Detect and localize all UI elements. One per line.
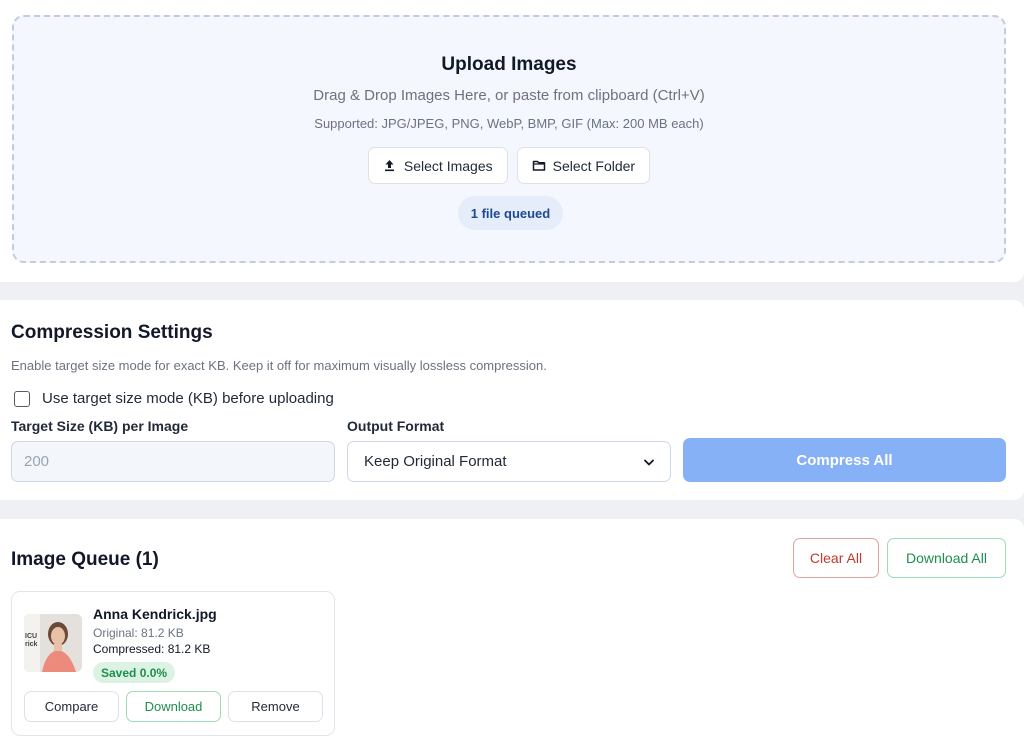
settings-card: Compression Settings Enable target size … [0, 300, 1024, 500]
supported-formats: Supported: JPG/JPEG, PNG, WebP, BMP, GIF… [314, 116, 704, 131]
chevron-down-icon [644, 453, 654, 470]
upload-subtitle: Drag & Drop Images Here, or paste from c… [313, 87, 705, 104]
remove-button[interactable]: Remove [228, 691, 323, 722]
target-size-input[interactable]: 200 [11, 441, 335, 482]
queued-count-badge: 1 file queued [458, 196, 563, 230]
file-name: Anna Kendrick.jpg [93, 606, 217, 622]
compress-all-button[interactable]: Compress All [683, 438, 1006, 482]
original-size: Original: 81.2 KB [93, 626, 184, 640]
queue-item-actions: Compare Download Remove [24, 691, 323, 722]
clear-all-button[interactable]: Clear All [793, 538, 879, 578]
output-format-label: Output Format [347, 418, 445, 434]
thumbnail-caption: rick [25, 641, 38, 648]
queue-card: Image Queue (1) Clear All Download All I… [0, 519, 1024, 742]
target-size-placeholder: 200 [24, 453, 50, 470]
settings-description: Enable target size mode for exact KB. Ke… [11, 358, 547, 373]
target-size-mode-label: Use target size mode (KB) before uploadi… [42, 390, 334, 407]
target-size-mode-toggle[interactable]: Use target size mode (KB) before uploadi… [14, 390, 334, 407]
svg-text:ICU: ICU [25, 633, 37, 640]
queue-title: Image Queue (1) [11, 549, 159, 570]
queue-item: ICU rick Anna Kendrick.jpg Original: 81.… [11, 591, 335, 736]
select-folder-label: Select Folder [552, 157, 636, 174]
upload-card: Upload Images Drag & Drop Images Here, o… [0, 0, 1024, 282]
output-format-value: Keep Original Format [364, 453, 507, 470]
compare-button[interactable]: Compare [24, 691, 119, 722]
target-size-mode-checkbox[interactable] [14, 390, 30, 407]
settings-title: Compression Settings [11, 322, 213, 343]
output-format-select[interactable]: Keep Original Format [347, 441, 671, 482]
upload-title: Upload Images [441, 54, 577, 75]
folder-icon [532, 159, 545, 172]
image-thumbnail: ICU rick [24, 614, 82, 672]
select-images-button[interactable]: Select Images [367, 147, 508, 184]
saved-badge: Saved 0.0% [93, 662, 176, 683]
download-all-button[interactable]: Download All [887, 538, 1006, 578]
upload-icon [383, 159, 396, 172]
upload-buttons: Select Images Select Folder [14, 147, 1004, 184]
select-folder-button[interactable]: Select Folder [516, 147, 651, 184]
target-size-label: Target Size (KB) per Image [11, 418, 189, 434]
select-images-label: Select Images [403, 157, 493, 174]
dropzone[interactable]: Upload Images Drag & Drop Images Here, o… [12, 15, 1006, 263]
compressed-size: Compressed: 81.2 KB [93, 642, 211, 656]
download-button[interactable]: Download [126, 691, 221, 722]
